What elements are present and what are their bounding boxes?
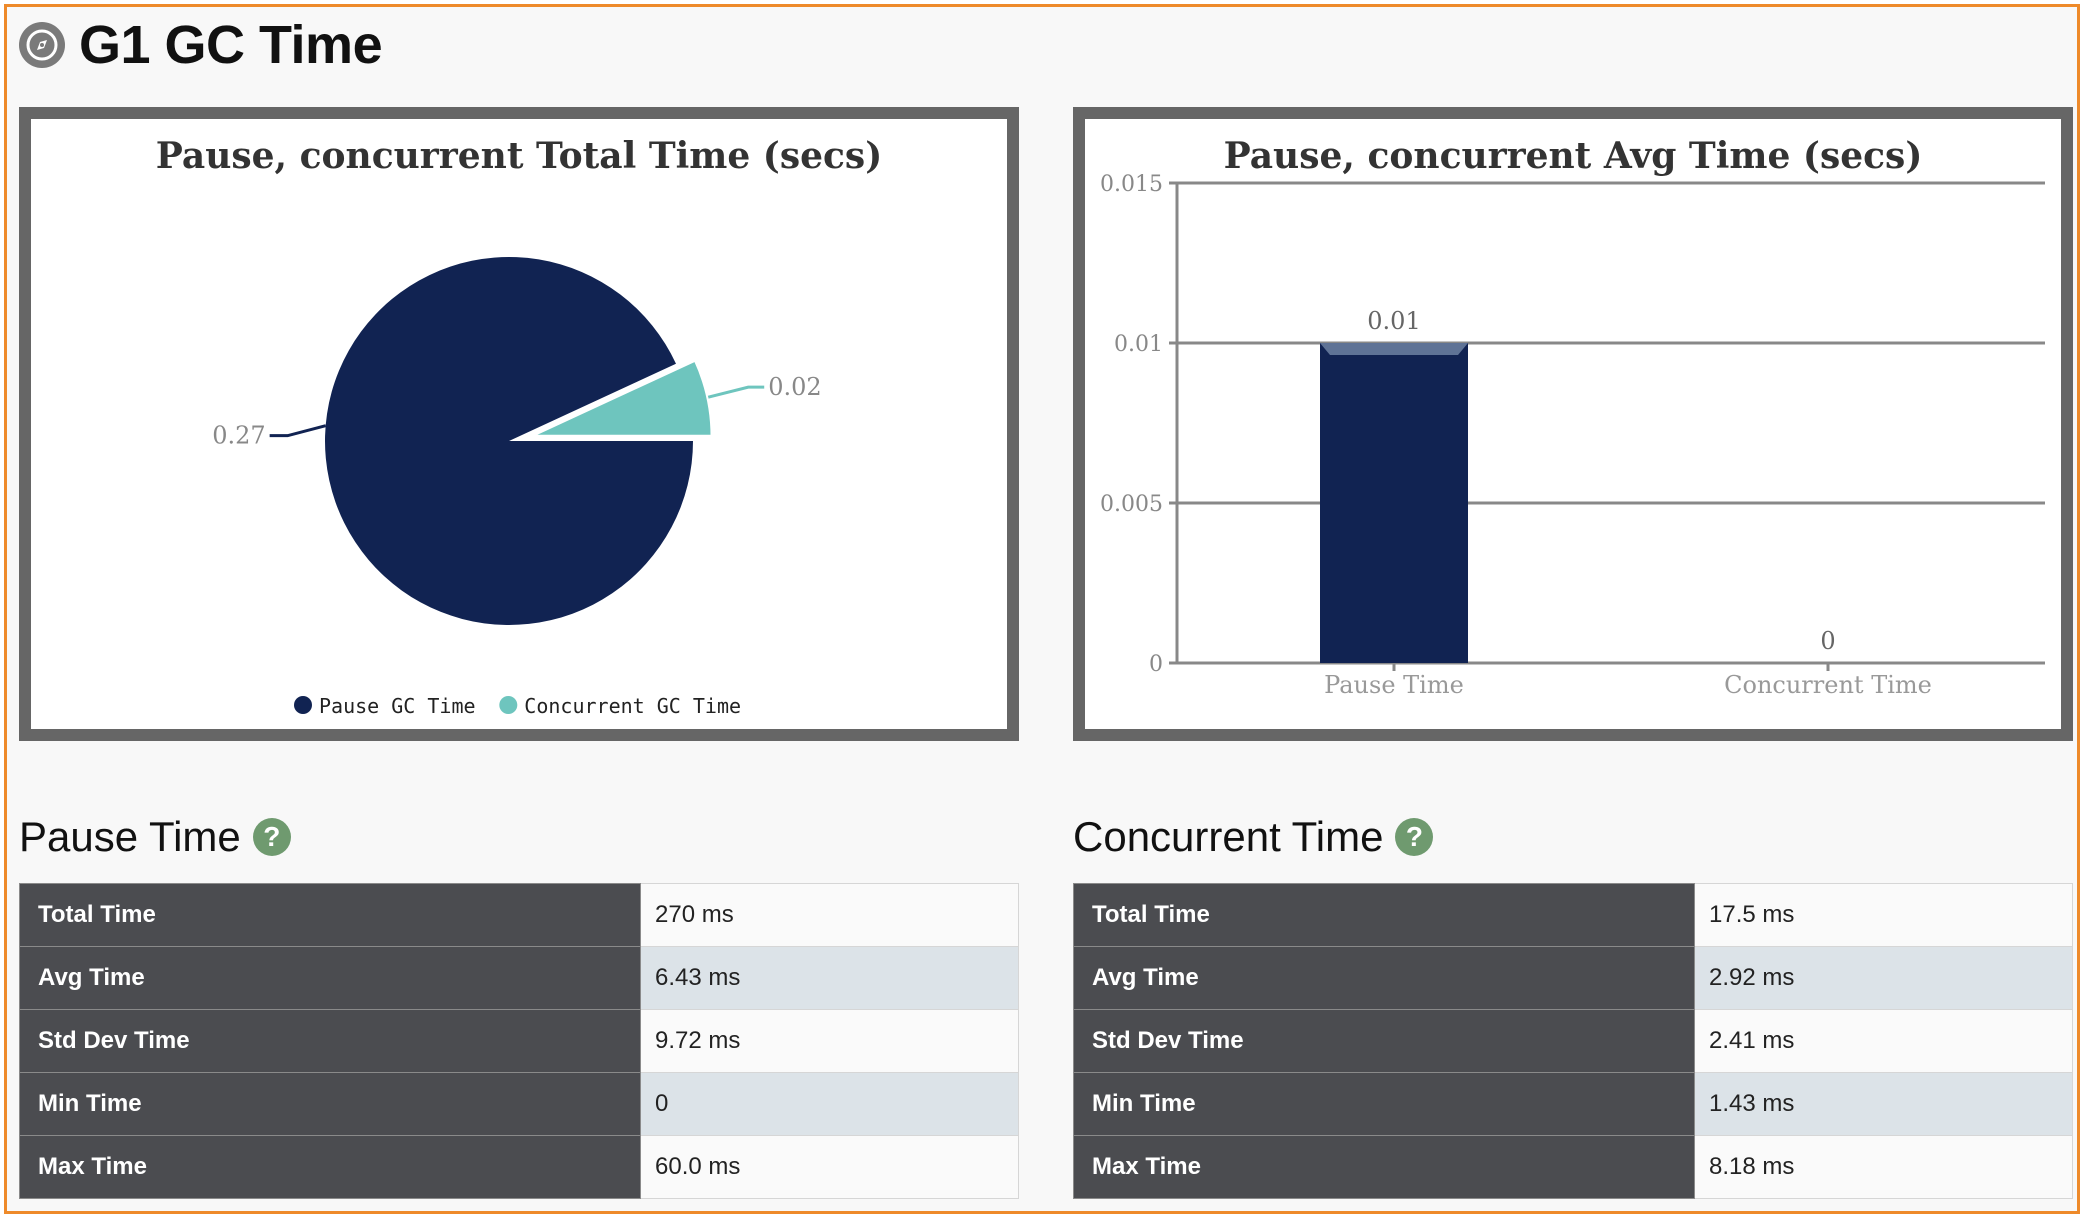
compass-icon[interactable] <box>19 22 65 68</box>
stat-label: Total Time <box>19 883 641 947</box>
pie-leader-line <box>269 424 327 438</box>
pie-chart: 0.27 0.02 Pause GC Time Concurrent GC Time <box>212 257 822 718</box>
y-tick-label: 0.015 <box>1100 172 1163 197</box>
stat-value: 6.43 ms <box>640 946 1019 1010</box>
stat-label: Min Time <box>19 1072 641 1136</box>
stat-value: 1.43 ms <box>1694 1072 2073 1136</box>
legend-item[interactable]: Pause GC Time <box>319 694 476 718</box>
legend-marker <box>499 696 518 714</box>
table-row: Total Time 17.5 ms <box>1073 883 2073 947</box>
stat-value: 9.72 ms <box>640 1009 1019 1073</box>
help-icon[interactable]: ? <box>1395 818 1434 856</box>
stat-label: Total Time <box>1073 883 1695 947</box>
table-row: Min Time 0 <box>19 1072 1019 1136</box>
y-tick-label: 0.01 <box>1114 332 1163 357</box>
pause-time-heading: Pause Time ? <box>19 813 291 861</box>
concurrent-time-table: Total Time 17.5 ms Avg Time 2.92 ms Std … <box>1073 883 2073 1199</box>
pie-chart-card: Pause, concurrent Total Time (secs) 0.27… <box>19 107 1019 741</box>
stat-value: 17.5 ms <box>1694 883 2073 947</box>
x-category-label: Concurrent Time <box>1724 671 1932 699</box>
table-row: Max Time 8.18 ms <box>1073 1135 2073 1199</box>
stat-value: 270 ms <box>640 883 1019 947</box>
y-tick-label: 0 <box>1149 652 1163 677</box>
stat-label: Avg Time <box>19 946 641 1010</box>
page-title: G1 GC Time <box>79 15 383 75</box>
table-row: Total Time 270 ms <box>19 883 1019 947</box>
pie-slice-pause[interactable] <box>325 257 693 626</box>
legend-item[interactable]: Concurrent GC Time <box>524 694 741 718</box>
help-icon[interactable]: ? <box>252 818 291 856</box>
stat-value: 2.41 ms <box>1694 1009 2073 1073</box>
table-row: Std Dev Time 2.41 ms <box>1073 1009 2073 1073</box>
table-row: Min Time 1.43 ms <box>1073 1072 2073 1136</box>
table-row: Max Time 60.0 ms <box>19 1135 1019 1199</box>
stat-label: Std Dev Time <box>19 1009 641 1073</box>
concurrent-time-title: Concurrent Time <box>1073 813 1384 860</box>
bar-chart-card: Pause, concurrent Avg Time (secs) 0 0.005… <box>1073 107 2073 741</box>
table-row: Avg Time 6.43 ms <box>19 946 1019 1010</box>
bar-data-label: 0 <box>1820 627 1835 655</box>
concurrent-time-heading: Concurrent Time ? <box>1073 813 1434 861</box>
bar-highlight <box>1320 343 1468 355</box>
stat-label: Min Time <box>1073 1072 1695 1136</box>
stat-value: 8.18 ms <box>1694 1135 2073 1199</box>
x-category-label: Pause Time <box>1324 671 1464 699</box>
pie-leader-line <box>707 385 765 399</box>
stat-value: 60.0 ms <box>640 1135 1019 1199</box>
pie-data-label: 0.02 <box>768 373 821 401</box>
bar-chart: 0 0.005 0.01 0.015 0.01 Pause Time 0 Concurrent… <box>1100 172 2045 699</box>
page-header: G1 GC Time <box>19 15 383 75</box>
stat-value: 0 <box>640 1072 1019 1136</box>
pie-data-label: 0.27 <box>212 422 265 450</box>
pause-time-table: Total Time 270 ms Avg Time 6.43 ms Std D… <box>19 883 1019 1199</box>
bar[interactable] <box>1320 343 1468 663</box>
table-row: Avg Time 2.92 ms <box>1073 946 2073 1010</box>
stat-label: Avg Time <box>1073 946 1695 1010</box>
stat-label: Max Time <box>19 1135 641 1199</box>
legend-marker <box>294 696 312 714</box>
stat-label: Max Time <box>1073 1135 1695 1199</box>
table-row: Std Dev Time 9.72 ms <box>19 1009 1019 1073</box>
stat-label: Std Dev Time <box>1073 1009 1695 1073</box>
gc-time-panel: G1 GC Time Pause, concurrent Total Time … <box>4 4 2080 1214</box>
bar-data-label: 0.01 <box>1367 307 1420 335</box>
pause-time-title: Pause Time <box>19 813 241 860</box>
stat-value: 2.92 ms <box>1694 946 2073 1010</box>
y-tick-label: 0.005 <box>1100 492 1163 517</box>
